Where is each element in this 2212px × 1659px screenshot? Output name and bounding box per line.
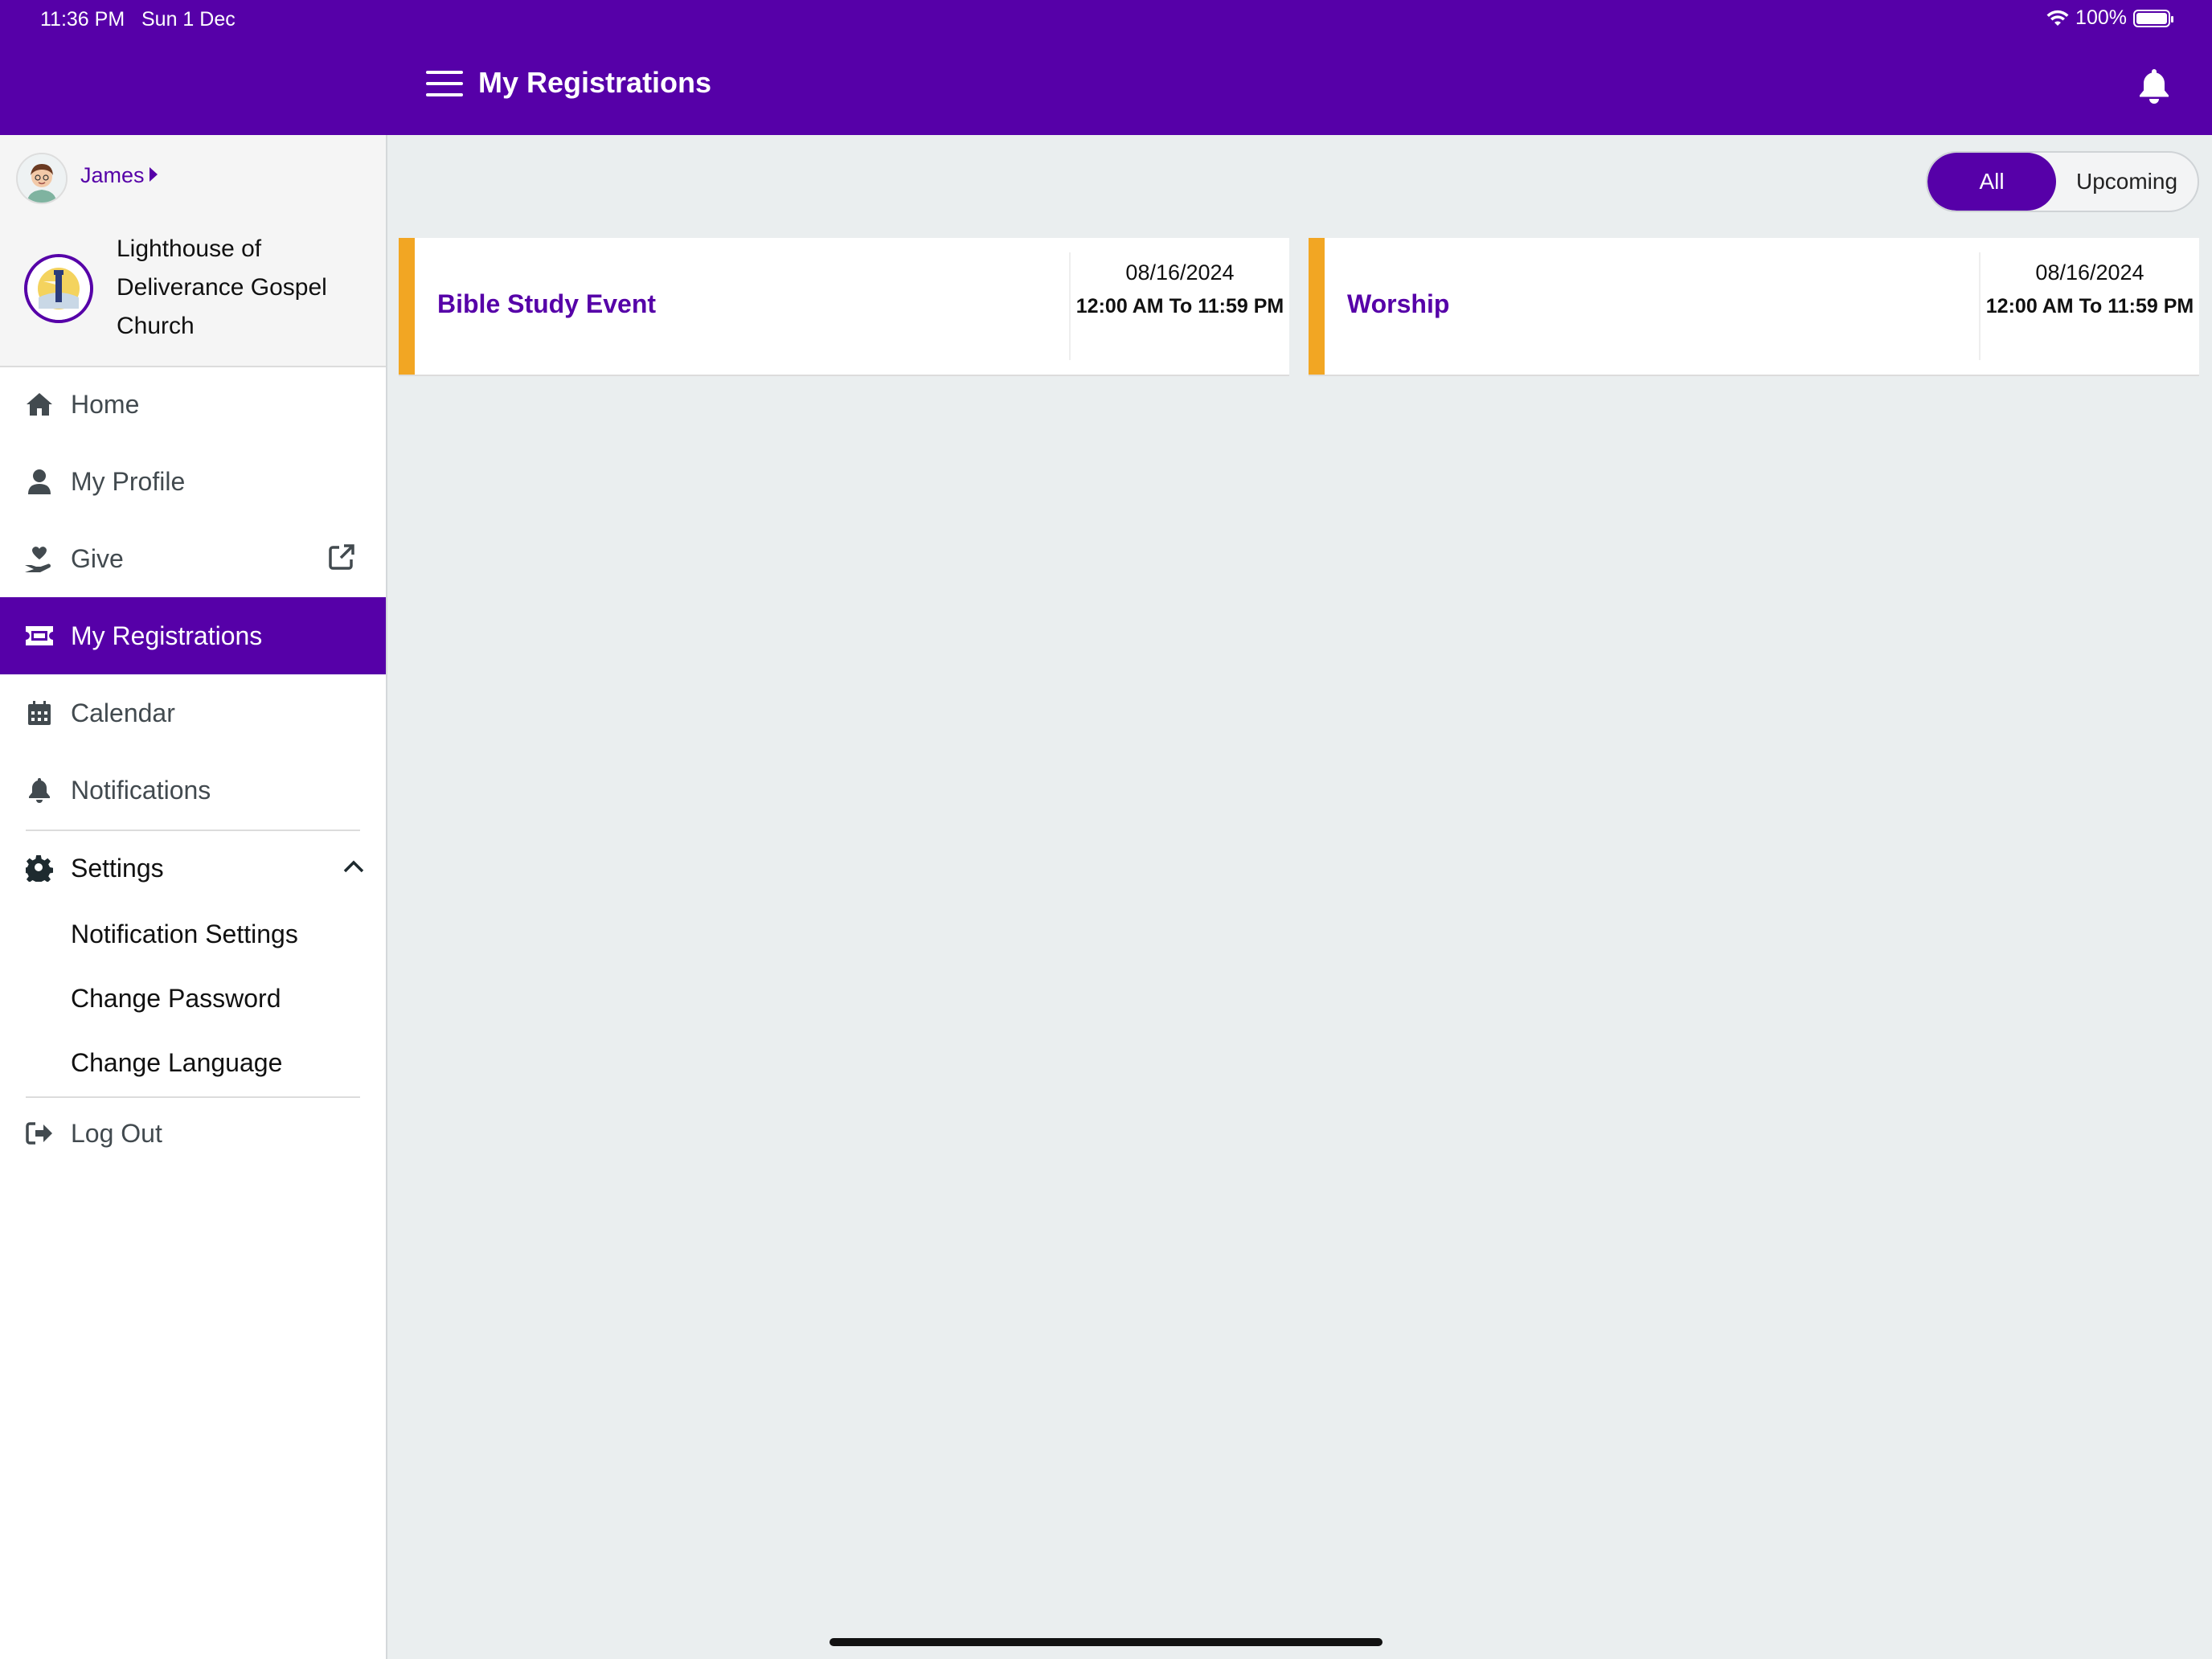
- wifi-icon: [2046, 10, 2069, 26]
- sidebar-item-label: Notifications: [71, 775, 211, 805]
- battery-percent: 100%: [2075, 6, 2127, 29]
- status-bar-right: 100%: [2046, 6, 2173, 30]
- sidebar-item-label: Give: [71, 543, 124, 573]
- calendar-icon: [24, 698, 55, 728]
- hand-heart-icon: [24, 543, 55, 574]
- sidebar-item-label: Home: [71, 389, 140, 419]
- sidebar-item-label: My Profile: [71, 466, 186, 496]
- menu-icon[interactable]: [426, 71, 463, 103]
- sidebar-item-label: Calendar: [71, 698, 175, 727]
- card-accent-stripe: [1309, 238, 1325, 375]
- registration-card[interactable]: Worship 08/16/2024 12:00 AM To 11:59 PM: [1309, 238, 2199, 376]
- event-name: Bible Study Event: [437, 289, 657, 318]
- sidebar-item-my-registrations[interactable]: My Registrations: [0, 597, 386, 674]
- sidebar-subitem-notification-settings[interactable]: Notification Settings: [71, 920, 298, 949]
- sidebar-item-settings[interactable]: Settings: [0, 830, 386, 907]
- battery-icon: [2133, 9, 2173, 27]
- gear-icon: [24, 853, 55, 883]
- event-name: Worship: [1347, 289, 1450, 318]
- sidebar-item-label: Log Out: [71, 1118, 162, 1148]
- church-name: Lighthouse of Deliverance Gospel Church: [117, 236, 327, 339]
- avatar[interactable]: [16, 153, 68, 204]
- sidebar-item-give[interactable]: Give: [0, 520, 386, 597]
- bell-icon: [24, 775, 55, 805]
- ticket-icon: [24, 621, 55, 651]
- sidebar-item-label: My Registrations: [71, 621, 263, 650]
- caret-right-icon: [150, 167, 158, 182]
- chevron-up-icon[interactable]: [342, 859, 365, 878]
- home-icon: [24, 389, 55, 420]
- page-title: My Registrations: [478, 66, 712, 99]
- sidebar: James Lighthouse of Deliverance Gospel C…: [0, 135, 387, 1659]
- event-time: 12:00 AM To 11:59 PM: [1075, 295, 1284, 317]
- sidebar-subitem-change-language[interactable]: Change Language: [71, 1048, 282, 1078]
- church-logo: [24, 254, 93, 323]
- notification-bell-icon[interactable]: [2138, 68, 2175, 108]
- user-icon: [24, 466, 55, 497]
- registration-card[interactable]: Bible Study Event 08/16/2024 12:00 AM To…: [399, 238, 1289, 376]
- filter-all-button[interactable]: All: [1927, 153, 2056, 211]
- user-name-link[interactable]: James: [80, 163, 145, 188]
- event-time: 12:00 AM To 11:59 PM: [1985, 295, 2194, 317]
- sidebar-item-logout[interactable]: Log Out: [0, 1097, 386, 1169]
- card-accent-stripe: [399, 238, 415, 375]
- home-indicator: [830, 1638, 1382, 1646]
- app-header: 11:36 PM Sun 1 Dec 100% My Registrations: [0, 0, 2212, 135]
- logout-icon: [24, 1118, 55, 1149]
- sidebar-item-my-profile[interactable]: My Profile: [0, 443, 386, 520]
- sidebar-item-notifications[interactable]: Notifications: [0, 752, 386, 829]
- sidebar-profile-section: James Lighthouse of Deliverance Gospel C…: [0, 135, 386, 367]
- sidebar-item-label: Settings: [71, 853, 164, 883]
- status-bar-time: 11:36 PM Sun 1 Dec: [40, 8, 236, 31]
- filter-segmented-control: All Upcoming: [1926, 151, 2199, 212]
- filter-upcoming-button[interactable]: Upcoming: [2056, 153, 2198, 211]
- sidebar-item-calendar[interactable]: Calendar: [0, 674, 386, 752]
- sidebar-subitem-change-password[interactable]: Change Password: [71, 984, 281, 1014]
- event-date: 08/16/2024: [2035, 260, 2144, 285]
- external-link-icon: [328, 543, 355, 575]
- sidebar-item-home[interactable]: Home: [0, 366, 386, 443]
- event-date: 08/16/2024: [1125, 260, 1235, 285]
